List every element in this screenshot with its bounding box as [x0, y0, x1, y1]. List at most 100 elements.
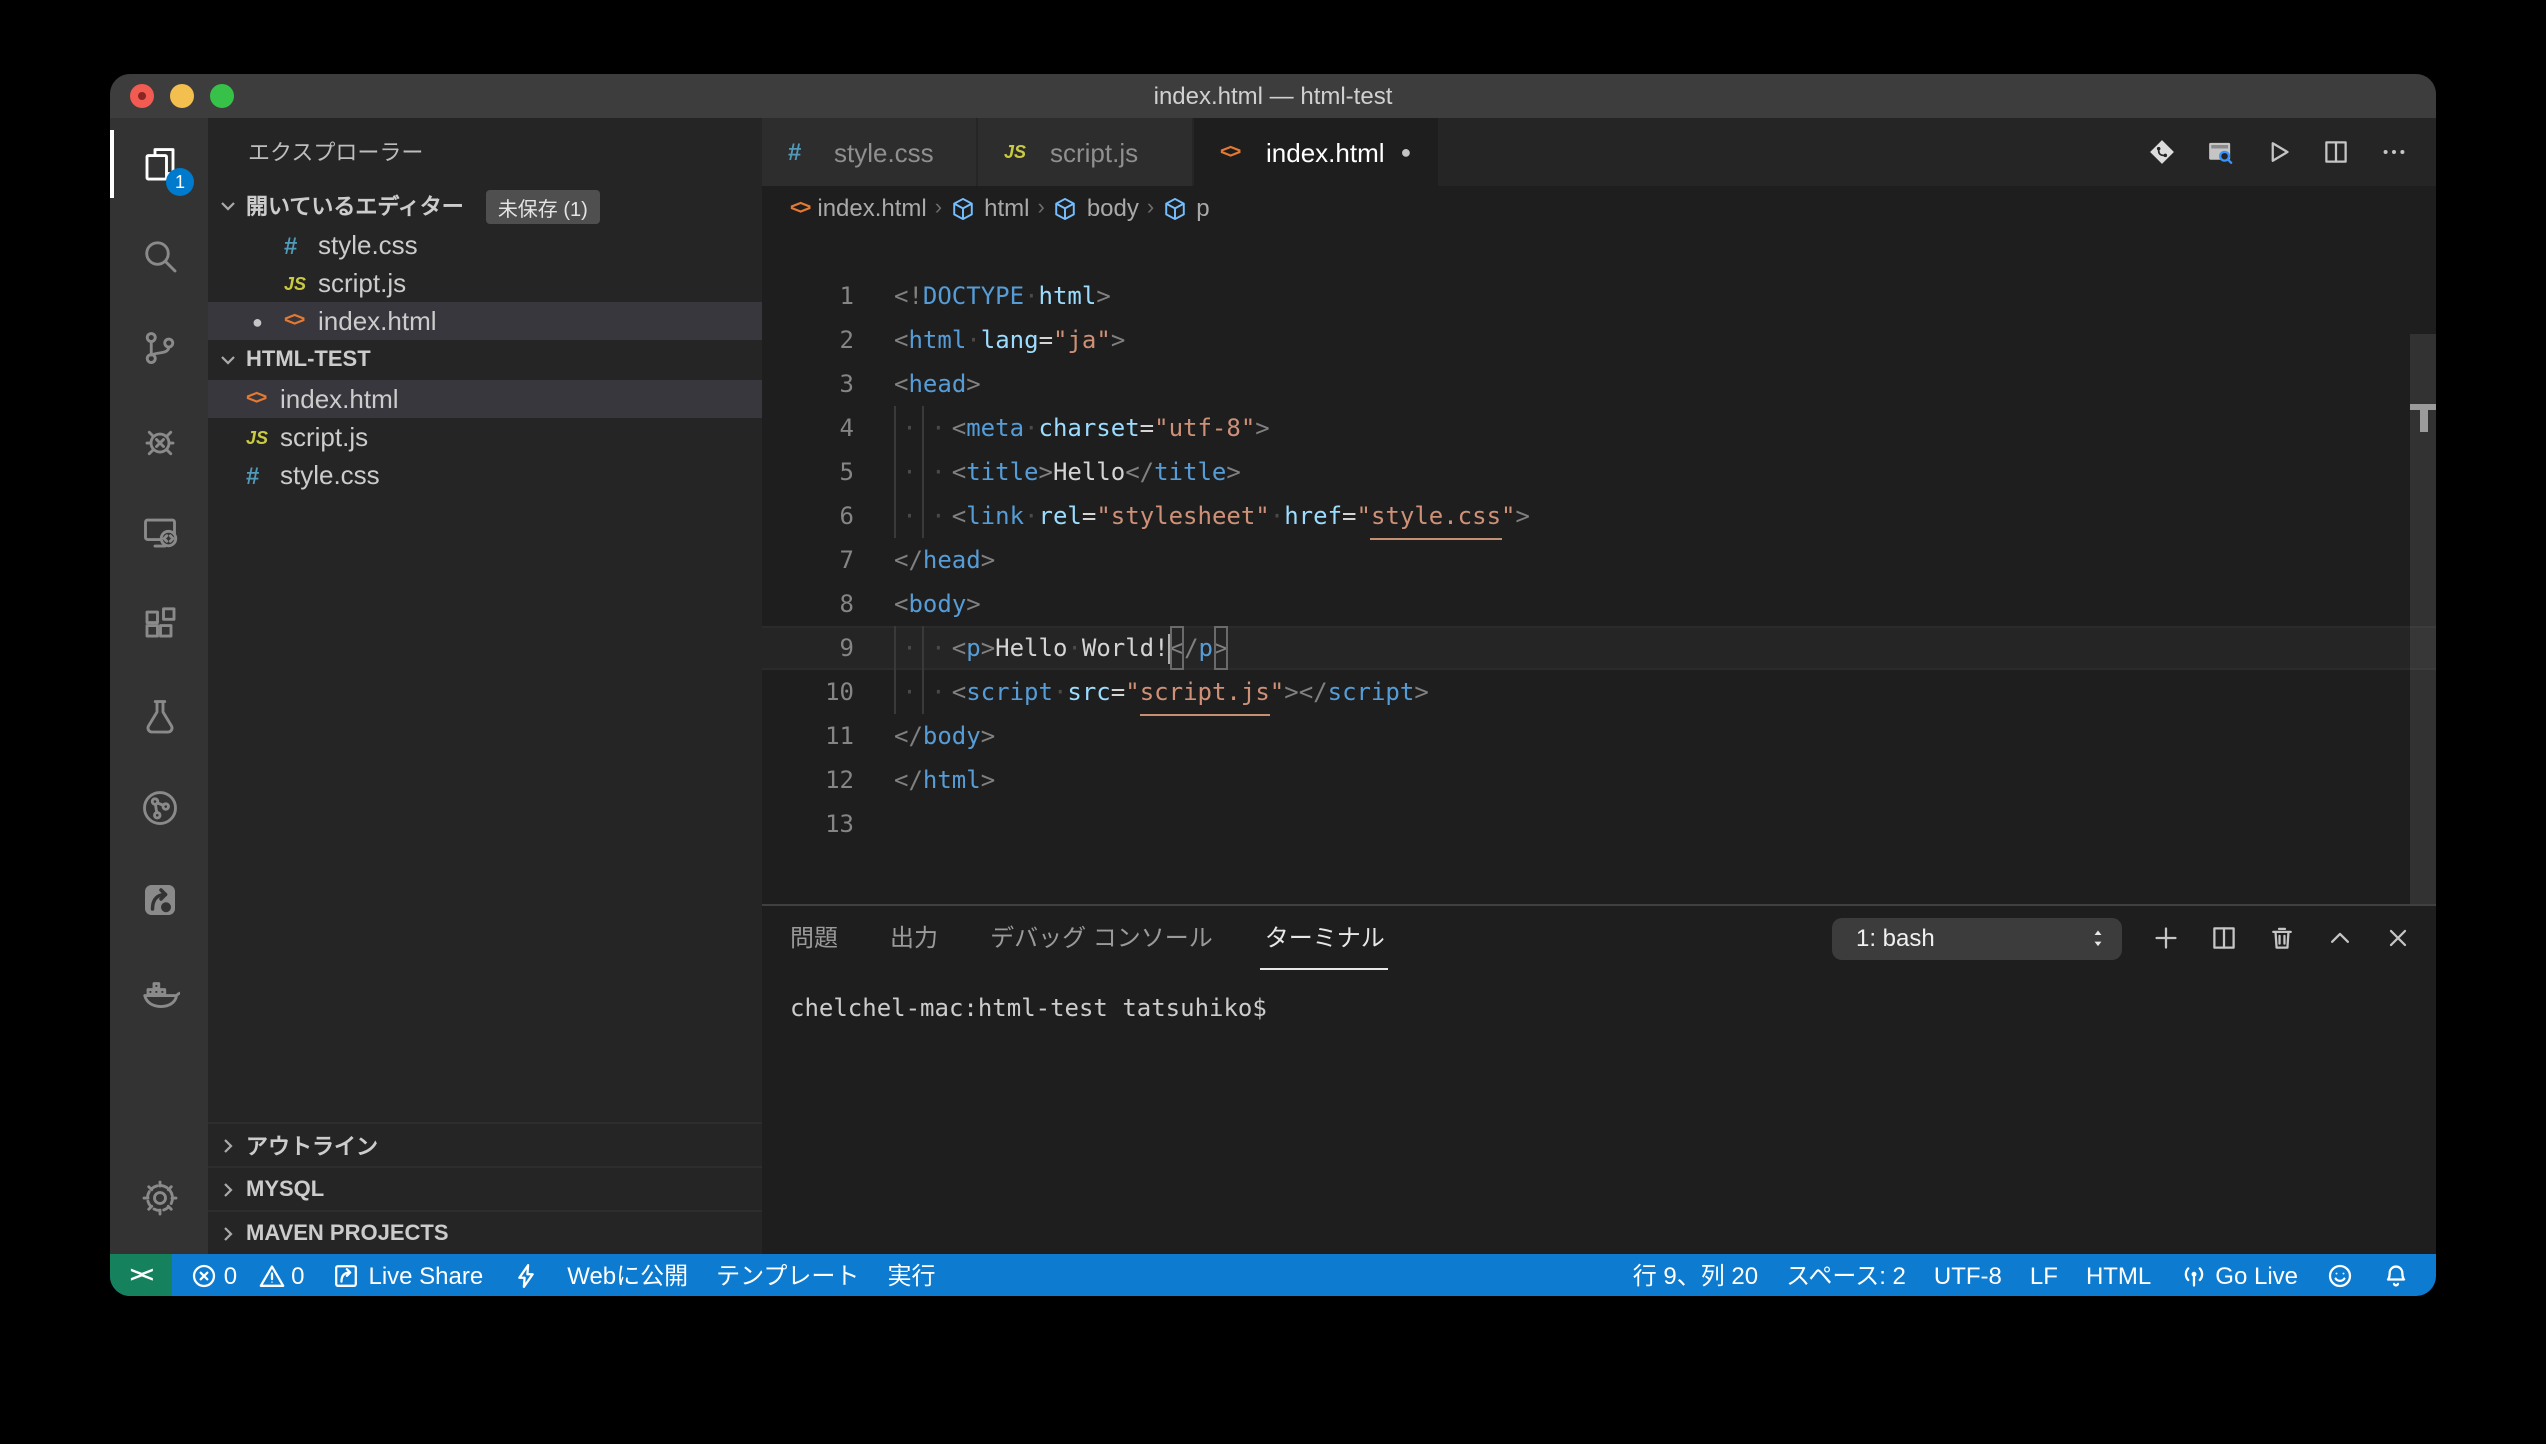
- code-line-5: 5··<title>Hello</title>: [762, 450, 2436, 494]
- status-cursor-position[interactable]: 行 9、列 20: [1619, 1254, 1772, 1296]
- line-content: </body>: [854, 714, 995, 758]
- status-notifications[interactable]: [2368, 1254, 2424, 1296]
- section-アウトライン[interactable]: アウトライン: [208, 1122, 762, 1166]
- code-line-2: 2<html·lang="ja">: [762, 318, 2436, 362]
- activity-item-explorer[interactable]: 1: [110, 118, 208, 210]
- editor-tabs-bar: #style.cssJSscript.js<>index.html●: [762, 118, 2436, 186]
- terminal-output[interactable]: chelchel-mac:html-test tatsuhiko$: [762, 970, 2436, 1254]
- file-script.js[interactable]: JSscript.js: [208, 418, 762, 456]
- status-indentation[interactable]: スペース: 2: [1772, 1254, 1920, 1296]
- status-label: テンプレート: [716, 1258, 859, 1292]
- kill-terminal-button[interactable]: [2268, 924, 2296, 952]
- status-run[interactable]: 実行: [873, 1254, 949, 1296]
- line-number: 6: [762, 494, 854, 538]
- remote-explorer-icon: [139, 512, 179, 552]
- terminal-shell-select[interactable]: 1: bash: [1832, 917, 2122, 959]
- status-label: LF: [2030, 1261, 2058, 1289]
- activity-item-docker[interactable]: [110, 946, 208, 1038]
- chevron-down-icon: [216, 348, 240, 372]
- open-editor-index.html[interactable]: ●<>index.html: [208, 302, 762, 340]
- split-terminal-button[interactable]: [2210, 924, 2238, 952]
- file-index.html[interactable]: <>index.html: [208, 380, 762, 418]
- folder-header[interactable]: HTML-TEST: [208, 340, 762, 380]
- status-problems[interactable]: 00: [176, 1254, 319, 1296]
- code-line-1: 1<!DOCTYPE·html>: [762, 274, 2436, 318]
- status-template[interactable]: テンプレート: [702, 1254, 873, 1296]
- split-editor-button[interactable]: [2322, 138, 2350, 166]
- status-label: Go Live: [2215, 1261, 2298, 1289]
- line-number: 3: [762, 362, 854, 406]
- code-line-8: 8<body>: [762, 582, 2436, 626]
- status-language-mode[interactable]: HTML: [2072, 1254, 2165, 1296]
- close-window-button[interactable]: [130, 84, 154, 108]
- more-actions-button[interactable]: [2380, 138, 2408, 166]
- chevron-right-icon: [216, 1221, 240, 1245]
- panel-tab-問題[interactable]: 問題: [786, 906, 842, 970]
- status-label: Live Share: [368, 1261, 483, 1289]
- breadcrumb[interactable]: <>index.html›html›body›p: [762, 186, 2436, 230]
- chevron-right-icon: [216, 1177, 240, 1201]
- file-style.css[interactable]: #style.css: [208, 456, 762, 494]
- activity-item-settings[interactable]: [139, 1177, 179, 1227]
- run-button[interactable]: [2264, 138, 2292, 166]
- activity-item-live-share[interactable]: [110, 854, 208, 946]
- line-number: 12: [762, 758, 854, 802]
- open-editor-script.js[interactable]: JSscript.js: [208, 264, 762, 302]
- section-label: アウトライン: [246, 1129, 378, 1161]
- minimize-window-button[interactable]: [170, 84, 194, 108]
- panel-tab-デバッグ コンソール[interactable]: デバッグ コンソール: [986, 906, 1217, 970]
- tab-script.js[interactable]: JSscript.js: [978, 118, 1194, 186]
- activity-item-test[interactable]: [110, 670, 208, 762]
- panel-tab-ターミナル[interactable]: ターミナル: [1261, 906, 1389, 970]
- breadcrumb-item-body[interactable]: body: [1053, 194, 1139, 222]
- activity-item-source-control[interactable]: [110, 302, 208, 394]
- status-feedback[interactable]: [2312, 1254, 2368, 1296]
- title-bar[interactable]: index.html — html-test: [110, 74, 2436, 118]
- html-tag-icon: <>: [790, 197, 809, 219]
- code-editor[interactable]: 1<!DOCTYPE·html>2<html·lang="ja">3<head>…: [762, 230, 2436, 904]
- indent-guide: ·: [894, 670, 923, 714]
- maximize-panel-button[interactable]: [2326, 924, 2354, 952]
- new-terminal-button[interactable]: [2152, 924, 2180, 952]
- status-encoding[interactable]: UTF-8: [1920, 1254, 2016, 1296]
- tab-label: style.css: [834, 137, 934, 167]
- status-publish-web[interactable]: Webに公開: [553, 1254, 702, 1296]
- breadcrumb-item-index.html[interactable]: <>index.html: [790, 194, 927, 222]
- status-go-live[interactable]: Go Live: [2165, 1254, 2312, 1296]
- activity-item-gitlens[interactable]: [110, 762, 208, 854]
- overview-ruler-marker: [2419, 410, 2428, 432]
- activity-item-extensions[interactable]: [110, 578, 208, 670]
- section-MYSQL[interactable]: MYSQL: [208, 1166, 762, 1210]
- git-compare-button[interactable]: [2148, 138, 2176, 166]
- activity-item-search[interactable]: [110, 210, 208, 302]
- open-editors-header[interactable]: 開いているエディター 未保存 (1): [208, 186, 762, 226]
- line-number: 5: [762, 450, 854, 494]
- breadcrumb-separator: ›: [1037, 196, 1044, 220]
- status-eol[interactable]: LF: [2016, 1254, 2072, 1296]
- status-live-share[interactable]: Live Share: [318, 1254, 497, 1296]
- indent-guide: ·: [894, 494, 923, 538]
- zoom-window-button[interactable]: [210, 84, 234, 108]
- editor-group: #style.cssJSscript.js<>index.html● <>ind…: [762, 118, 2436, 1254]
- panel-tab-出力[interactable]: 出力: [886, 906, 942, 970]
- tab-index.html[interactable]: <>index.html●: [1194, 118, 1439, 186]
- indent-guide: ·: [894, 406, 923, 450]
- activity-item-debug[interactable]: [110, 394, 208, 486]
- open-editor-style.css[interactable]: #style.css: [208, 226, 762, 264]
- status-remote[interactable]: ><: [110, 1254, 172, 1296]
- bolt-icon: [511, 1261, 539, 1289]
- close-panel-button[interactable]: [2384, 924, 2412, 952]
- open-preview-button[interactable]: [2206, 138, 2234, 166]
- status-bolt[interactable]: [497, 1254, 553, 1296]
- trash-icon: [2268, 924, 2296, 952]
- breadcrumb-item-html[interactable]: html: [950, 194, 1029, 222]
- breadcrumb-item-p[interactable]: p: [1162, 194, 1209, 222]
- indent-guide: ·: [923, 494, 952, 538]
- source-control-icon: [139, 328, 179, 368]
- activity-item-remote-explorer[interactable]: [110, 486, 208, 578]
- html-file-icon: <>: [284, 310, 318, 332]
- line-number: 1: [762, 274, 854, 318]
- section-MAVEN PROJECTS[interactable]: MAVEN PROJECTS: [208, 1210, 762, 1254]
- tab-style.css[interactable]: #style.css: [762, 118, 978, 186]
- panel-header: 問題出力デバッグ コンソールターミナル 1: bash: [762, 906, 2436, 970]
